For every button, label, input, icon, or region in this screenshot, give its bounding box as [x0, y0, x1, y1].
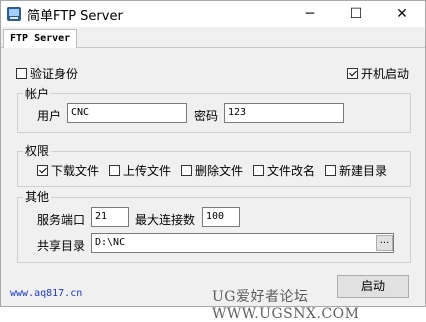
perm-mkdir-checkbox[interactable]: 新建目录 [325, 162, 387, 179]
ftp-server-window: 简单FTP Server ─ ☐ ✕ FTP Server 验证身份 开机启动 … [0, 0, 426, 322]
perm-delete-label: 删除文件 [195, 164, 244, 178]
tab-strip: FTP Server [1, 27, 425, 48]
autostart-label: 开机启动 [361, 67, 410, 81]
checkbox-unchecked-icon [16, 68, 27, 79]
window-title: 简单FTP Server [27, 9, 123, 24]
perm-upload-label: 上传文件 [123, 164, 172, 178]
password-input[interactable]: 123 [224, 103, 344, 123]
port-input[interactable]: 21 [91, 207, 129, 227]
share-dir-label: 共享目录 [37, 239, 86, 253]
perm-rename-label: 文件改名 [267, 164, 316, 178]
perm-rename-checkbox[interactable]: 文件改名 [253, 162, 315, 179]
perm-upload-checkbox[interactable]: 上传文件 [109, 162, 171, 179]
verify-identity-label: 验证身份 [30, 67, 79, 81]
permissions-group-title: 权限 [23, 142, 52, 159]
maximize-button[interactable]: ☐ [333, 1, 379, 27]
max-connections-input[interactable]: 100 [202, 207, 240, 227]
browse-button[interactable]: ... [376, 235, 393, 251]
user-input[interactable]: CNC [67, 103, 187, 123]
checkbox-unchecked-icon [325, 165, 336, 176]
ftp-app-icon [7, 7, 21, 21]
tab-ftp-server[interactable]: FTP Server [3, 29, 78, 48]
minimize-button[interactable]: ─ [287, 1, 333, 27]
other-group-title: 其他 [23, 188, 52, 205]
password-label: 密码 [194, 109, 219, 123]
perm-delete-checkbox[interactable]: 删除文件 [181, 162, 243, 179]
port-label: 服务端口 [37, 213, 86, 227]
user-label: 用户 [37, 109, 62, 123]
main-panel: 验证身份 开机启动 帐户 用户 CNC 密码 123 权限 下载文件 上传文件 … [1, 48, 425, 306]
checkbox-unchecked-icon [181, 165, 192, 176]
perm-download-label: 下载文件 [51, 164, 100, 178]
checkbox-checked-icon [37, 165, 48, 176]
perm-mkdir-label: 新建目录 [339, 164, 388, 178]
max-connections-label: 最大连接数 [135, 213, 196, 227]
account-group-title: 帐户 [23, 85, 52, 102]
close-button[interactable]: ✕ [379, 1, 425, 27]
perm-download-checkbox[interactable]: 下载文件 [37, 162, 99, 179]
site-url: www.aq817.cn [10, 288, 83, 299]
watermark: UG爱好者论坛 WWW.UGSNX.COM [212, 289, 360, 322]
share-dir-input[interactable]: D:\NC [91, 233, 394, 253]
verify-identity-checkbox[interactable]: 验证身份 [16, 65, 78, 82]
autostart-checkbox[interactable]: 开机启动 [347, 65, 409, 82]
checkbox-checked-icon [347, 68, 358, 79]
checkbox-unchecked-icon [253, 165, 264, 176]
title-bar: 简单FTP Server ─ ☐ ✕ [1, 1, 425, 27]
checkbox-unchecked-icon [109, 165, 120, 176]
